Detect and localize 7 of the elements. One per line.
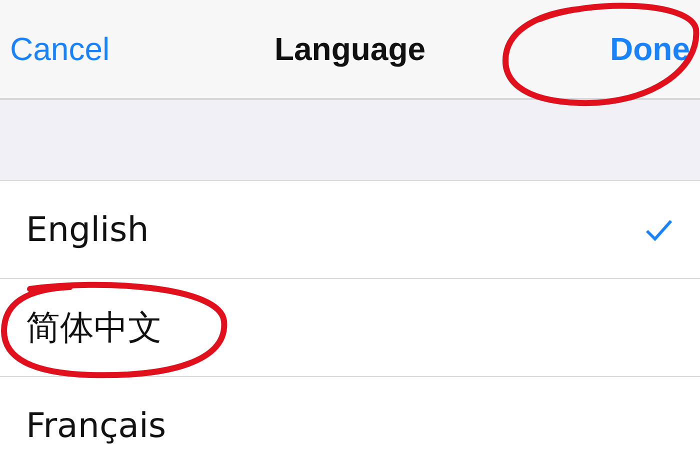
language-label: English [26,210,149,250]
language-label: 简体中文 [26,306,162,350]
language-row[interactable]: English [0,181,700,279]
language-label: Français [26,406,166,446]
language-row[interactable]: 简体中文 [0,279,700,377]
screen-title: Language [274,30,426,68]
language-row[interactable]: Français [0,377,700,453]
